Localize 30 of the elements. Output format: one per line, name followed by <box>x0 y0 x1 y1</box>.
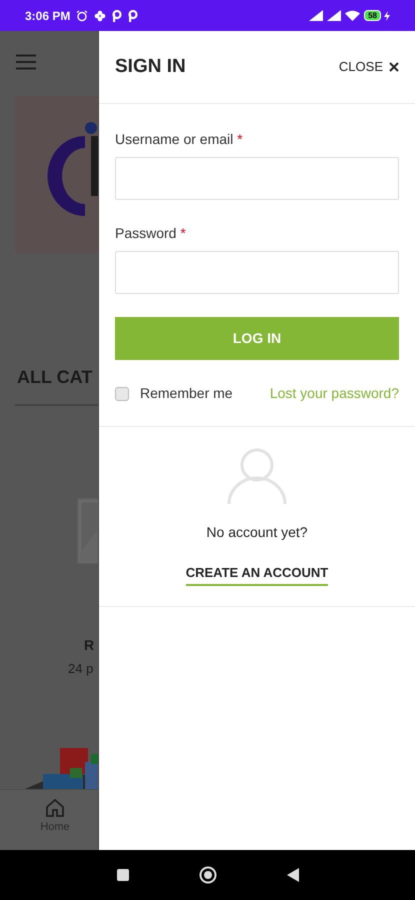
flower-icon <box>94 10 106 22</box>
input-field[interactable] <box>115 251 399 294</box>
p-app-icon <box>128 10 138 22</box>
signal-icon <box>327 10 342 21</box>
user-icon <box>227 447 287 505</box>
status-time: 3:06 PM <box>25 8 70 24</box>
section-heading: ALL CAT <box>17 366 94 389</box>
charging-icon <box>384 10 390 20</box>
p-app-icon <box>112 10 122 22</box>
home-icon[interactable] <box>45 798 65 818</box>
checkbox-label[interactable]: Remember me <box>140 383 233 404</box>
battery-icon: 58 <box>364 10 381 21</box>
close-icon <box>389 62 399 72</box>
drawer-title: SIGN IN <box>115 54 186 79</box>
close-button[interactable]: CLOSE <box>338 57 399 77</box>
input-field[interactable] <box>115 157 399 200</box>
square-nav-icon[interactable] <box>116 869 128 881</box>
circle-nav-icon[interactable] <box>198 866 216 884</box>
product-count: 24 p <box>68 660 94 678</box>
no-account-text: No account yet? <box>206 523 308 542</box>
create-account-link[interactable]: CREATE AN ACCOUNT <box>186 563 328 586</box>
alarm-icon <box>76 10 88 22</box>
category-name: R <box>84 636 96 654</box>
menu-icon[interactable] <box>16 54 36 70</box>
field-label: Password * <box>115 224 187 243</box>
wifi-icon <box>345 10 360 21</box>
back-nav-icon[interactable] <box>286 868 298 882</box>
remember-checkbox[interactable] <box>115 386 129 400</box>
field-label: Username or email * <box>115 130 244 149</box>
signal-icon <box>309 10 324 21</box>
